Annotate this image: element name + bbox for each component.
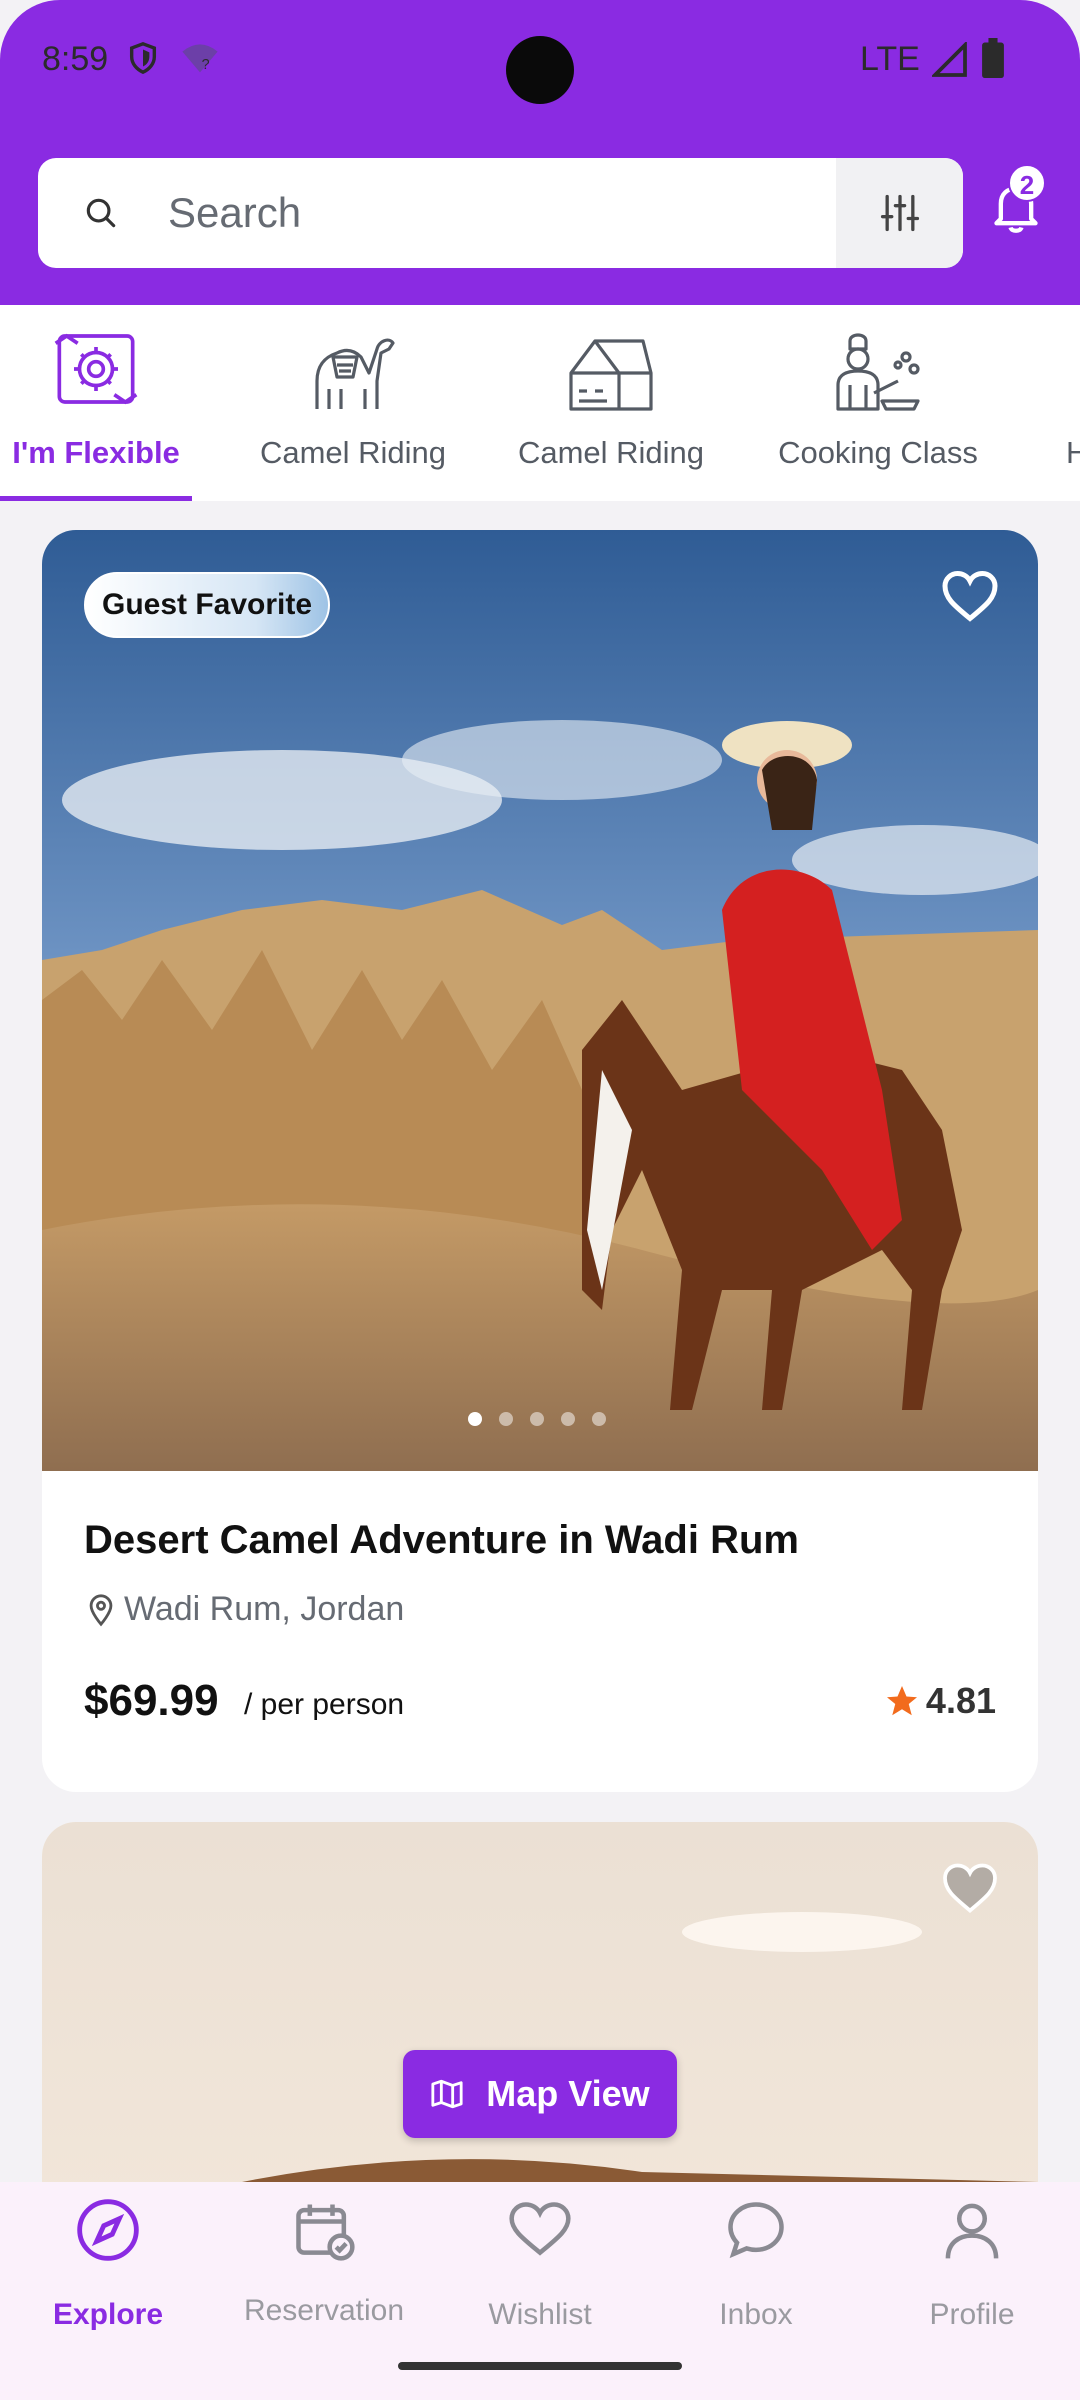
wishlist-heart-icon[interactable] — [940, 568, 1000, 624]
carousel-dot[interactable] — [561, 1412, 575, 1426]
nav-profile[interactable]: Profile — [864, 2182, 1080, 2382]
wifi-icon: ? — [182, 44, 218, 73]
map-icon — [431, 2079, 463, 2109]
carousel-dot[interactable] — [592, 1412, 606, 1426]
search-icon — [86, 198, 116, 228]
svg-text:?: ? — [202, 57, 210, 73]
notification-count-badge: 2 — [1008, 164, 1046, 202]
category-label: Cooking Class — [778, 435, 978, 470]
nav-label: Wishlist — [488, 2298, 592, 2331]
listing-rating: 4.81 — [884, 1680, 996, 1722]
sliders-icon — [880, 194, 919, 232]
listing-location-text: Wadi Rum, Jordan — [124, 1590, 405, 1628]
category-tabs: I'm Flexible Camel Riding Camel Riding C… — [0, 305, 1080, 501]
star-icon — [886, 1686, 917, 1716]
category-label: H — [1066, 435, 1080, 470]
search-bar[interactable] — [38, 158, 963, 268]
signal-icon — [932, 42, 967, 77]
carousel-dots — [468, 1412, 606, 1426]
shield-icon — [129, 42, 157, 75]
nav-label: Profile — [929, 2298, 1015, 2331]
category-label: I'm Flexible — [12, 435, 180, 470]
listing-location: Wadi Rum, Jordan — [84, 1590, 404, 1629]
battery-icon — [982, 38, 1004, 78]
location-pin-icon — [89, 1593, 113, 1626]
carousel-dot[interactable] — [530, 1412, 544, 1426]
calendar-icon — [296, 2204, 355, 2261]
person-icon — [945, 2203, 999, 2259]
flexible-gear-icon — [54, 333, 138, 405]
nav-label: Explore — [52, 2298, 164, 2331]
category-tab-camel-riding-camp[interactable]: Camel Riding — [506, 305, 716, 501]
map-view-label: Map View — [486, 2073, 650, 2114]
camera-cutout — [506, 36, 574, 104]
nav-label: Inbox — [719, 2298, 793, 2331]
carousel-dot[interactable] — [499, 1412, 513, 1426]
category-tab-partial[interactable]: H — [1066, 305, 1080, 501]
listing-title: Desert Camel Adventure in Wadi Rum — [84, 1518, 799, 1562]
nav-reservation[interactable]: Reservation — [216, 2182, 432, 2382]
search-input[interactable] — [168, 180, 848, 246]
listing-photo[interactable] — [42, 530, 1038, 1471]
guest-favorite-badge: Guest Favorite — [84, 572, 331, 638]
nav-label: Reservation — [243, 2294, 405, 2327]
tent-icon — [569, 339, 653, 411]
compass-icon — [77, 2199, 139, 2261]
category-tab-camel-riding[interactable]: Camel Riding — [248, 305, 458, 501]
listing-rating-value: 4.81 — [925, 1680, 996, 1721]
status-time: 8:59 — [42, 40, 109, 78]
status-bar: 8:59 ? LTE — [0, 0, 1080, 120]
chef-icon — [836, 333, 920, 411]
category-label: Camel Riding — [517, 435, 705, 470]
camel-icon — [315, 338, 395, 409]
chat-icon — [728, 2202, 784, 2259]
filter-button[interactable] — [836, 158, 963, 268]
category-label: Camel Riding — [259, 435, 447, 470]
category-tab-flexible[interactable]: I'm Flexible — [0, 305, 192, 501]
heart-icon — [509, 2202, 571, 2256]
map-view-button[interactable]: Map View — [403, 2050, 677, 2138]
network-type: LTE — [860, 40, 920, 78]
nav-wishlist[interactable]: Wishlist — [432, 2182, 648, 2382]
listing-card[interactable]: Guest Favorite Desert Camel Adventure in… — [42, 530, 1038, 1792]
carousel-dot-active[interactable] — [468, 1412, 482, 1426]
nav-explore[interactable]: Explore — [0, 2182, 216, 2382]
active-tab-indicator — [0, 496, 192, 501]
listing-price-unit: / per person — [244, 1688, 405, 1721]
listing-price: $69.99 — [84, 1676, 219, 1725]
home-indicator[interactable] — [398, 2362, 682, 2370]
wishlist-heart-icon[interactable] — [940, 1860, 1000, 1916]
nav-inbox[interactable]: Inbox — [648, 2182, 864, 2382]
category-tab-cooking-class[interactable]: Cooking Class — [766, 305, 990, 501]
notifications-button[interactable]: 2 — [990, 164, 1050, 238]
